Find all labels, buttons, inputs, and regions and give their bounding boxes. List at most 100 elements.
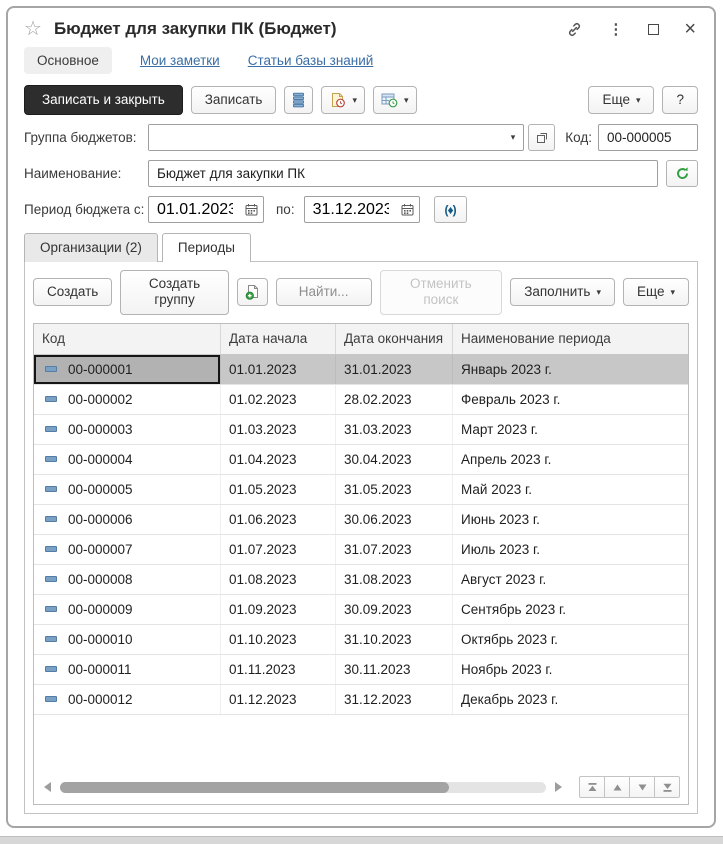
nav-my-notes-link[interactable]: Мои заметки: [140, 53, 220, 68]
list-element-icon: [45, 696, 57, 702]
budget-group-label: Группа бюджетов:: [24, 130, 148, 145]
column-header-end-date[interactable]: Дата окончания: [336, 324, 453, 354]
kebab-menu-icon[interactable]: ⋮: [608, 22, 623, 37]
nav-kb-articles-link[interactable]: Статьи базы знаний: [248, 53, 374, 68]
list-history-button[interactable]: ▾: [373, 86, 417, 114]
go-last-row-button[interactable]: [654, 776, 680, 798]
cell-start-date: 01.07.2023: [221, 535, 336, 564]
name-input[interactable]: [148, 160, 658, 187]
table-row[interactable]: 00-000009 01.09.2023 30.09.2023 Сентябрь…: [34, 595, 688, 625]
create-group-button[interactable]: Создать группу: [120, 270, 228, 314]
column-header-start-date[interactable]: Дата начала: [221, 324, 336, 354]
budget-group-field[interactable]: ▾: [148, 124, 524, 151]
save-button[interactable]: Записать: [191, 86, 277, 114]
cell-start-date: 01.05.2023: [221, 475, 336, 504]
caret-down-icon: ▾: [636, 96, 641, 105]
scroll-right-arrow[interactable]: [555, 782, 562, 792]
period-from-field[interactable]: [148, 196, 264, 223]
find-button[interactable]: Найти...: [276, 278, 372, 306]
table-row[interactable]: 00-000004 01.04.2023 30.04.2023 Апрель 2…: [34, 445, 688, 475]
table-row[interactable]: 00-000005 01.05.2023 31.05.2023 Май 2023…: [34, 475, 688, 505]
budget-group-input[interactable]: [149, 125, 503, 150]
table-row[interactable]: 00-000012 01.12.2023 31.12.2023 Декабрь …: [34, 685, 688, 715]
cell-period-name: Октябрь 2023 г.: [453, 625, 688, 654]
period-from-input[interactable]: [149, 201, 233, 219]
table-row[interactable]: 00-000008 01.08.2023 31.08.2023 Август 2…: [34, 565, 688, 595]
column-header-period-name[interactable]: Наименование периода: [453, 324, 688, 354]
document-history-button[interactable]: ▾: [321, 86, 365, 114]
horizontal-scrollbar[interactable]: [60, 782, 546, 793]
periods-panel: Создать Создать группу Найти... Отменить…: [24, 261, 698, 814]
tab-organizations[interactable]: Организации (2): [24, 233, 158, 262]
link-icon[interactable]: [566, 21, 583, 38]
close-button[interactable]: ×: [684, 19, 696, 39]
title-bar: ☆ Бюджет для закупки ПК (Бюджет) ⋮ ×: [8, 8, 714, 44]
cell-period-name: Май 2023 г.: [453, 475, 688, 504]
calendar-icon[interactable]: [401, 203, 419, 216]
fill-button[interactable]: Заполнить ▾: [510, 278, 615, 306]
tab-periods[interactable]: Периоды: [162, 233, 251, 262]
scroll-left-arrow[interactable]: [44, 782, 51, 792]
form-area: Группа бюджетов: ▾ Код: Наименование:: [8, 124, 714, 223]
cell-period-name: Март 2023 г.: [453, 415, 688, 444]
table-row[interactable]: 00-000006 01.06.2023 30.06.2023 Июнь 202…: [34, 505, 688, 535]
cell-start-date: 01.11.2023: [221, 655, 336, 684]
code-input[interactable]: [598, 124, 698, 151]
cell-end-date: 30.06.2023: [336, 505, 453, 534]
cancel-search-button: Отменить поиск: [380, 270, 503, 314]
create-group-icon-button[interactable]: [237, 278, 268, 306]
cell-end-date: 31.07.2023: [336, 535, 453, 564]
table-row[interactable]: 00-000007 01.07.2023 31.07.2023 Июль 202…: [34, 535, 688, 565]
table-row[interactable]: 00-000010 01.10.2023 31.10.2023 Октябрь …: [34, 625, 688, 655]
list-element-icon: [45, 486, 57, 492]
table-footer: [34, 772, 688, 804]
cell-period-name: Апрель 2023 г.: [453, 445, 688, 474]
cell-code: 00-000006: [34, 505, 221, 534]
more-button-list[interactable]: Еще ▾: [623, 278, 689, 306]
table-row[interactable]: 00-000001 01.01.2023 31.01.2023 Январь 2…: [34, 355, 688, 385]
refresh-name-button[interactable]: [666, 160, 698, 187]
cell-period-name: Сентябрь 2023 г.: [453, 595, 688, 624]
create-button[interactable]: Создать: [33, 278, 112, 306]
cell-end-date: 28.02.2023: [336, 385, 453, 414]
scrollbar-thumb[interactable]: [60, 782, 449, 793]
help-button[interactable]: ?: [662, 86, 698, 114]
new-group-document-icon: [245, 284, 260, 300]
cell-end-date: 31.08.2023: [336, 565, 453, 594]
maximize-icon: [648, 24, 659, 35]
column-header-code[interactable]: Код: [34, 324, 221, 354]
caret-down-icon: ▾: [596, 288, 601, 297]
save-and-close-button[interactable]: Записать и закрыть: [24, 85, 183, 115]
cell-period-name: Ноябрь 2023 г.: [453, 655, 688, 684]
open-group-button[interactable]: [528, 124, 555, 151]
cell-end-date: 31.03.2023: [336, 415, 453, 444]
budget-form-window: ☆ Бюджет для закупки ПК (Бюджет) ⋮ × Осн…: [6, 6, 716, 828]
calendar-icon[interactable]: [245, 203, 263, 216]
cell-end-date: 31.12.2023: [336, 685, 453, 714]
favorite-star-icon[interactable]: ☆: [24, 19, 42, 39]
list-element-icon: [45, 606, 57, 612]
list-element-icon: [45, 576, 57, 582]
cell-code: 00-000008: [34, 565, 221, 594]
name-label: Наименование:: [24, 166, 148, 181]
choose-period-button[interactable]: (♦): [434, 196, 467, 223]
nav-main-chip[interactable]: Основное: [24, 47, 112, 74]
list-element-icon: [45, 396, 57, 402]
period-to-input[interactable]: [305, 201, 389, 219]
table-row[interactable]: 00-000002 01.02.2023 28.02.2023 Февраль …: [34, 385, 688, 415]
dropdown-caret-icon[interactable]: ▾: [503, 133, 524, 142]
table-row[interactable]: 00-000011 01.11.2023 30.11.2023 Ноябрь 2…: [34, 655, 688, 685]
cell-code: 00-000001: [34, 355, 221, 384]
cell-period-name: Август 2023 г.: [453, 565, 688, 594]
go-previous-row-button[interactable]: [604, 776, 630, 798]
more-button-top[interactable]: Еще ▾: [588, 86, 654, 114]
go-first-row-button[interactable]: [579, 776, 605, 798]
caret-down-icon: ▾: [404, 96, 409, 105]
cell-start-date: 01.01.2023: [221, 355, 336, 384]
structure-button[interactable]: [284, 86, 313, 114]
go-next-row-button[interactable]: [629, 776, 655, 798]
window-title: Бюджет для закупки ПК (Бюджет): [54, 19, 337, 39]
maximize-button[interactable]: [648, 24, 659, 35]
period-to-field[interactable]: [304, 196, 420, 223]
table-row[interactable]: 00-000003 01.03.2023 31.03.2023 Март 202…: [34, 415, 688, 445]
